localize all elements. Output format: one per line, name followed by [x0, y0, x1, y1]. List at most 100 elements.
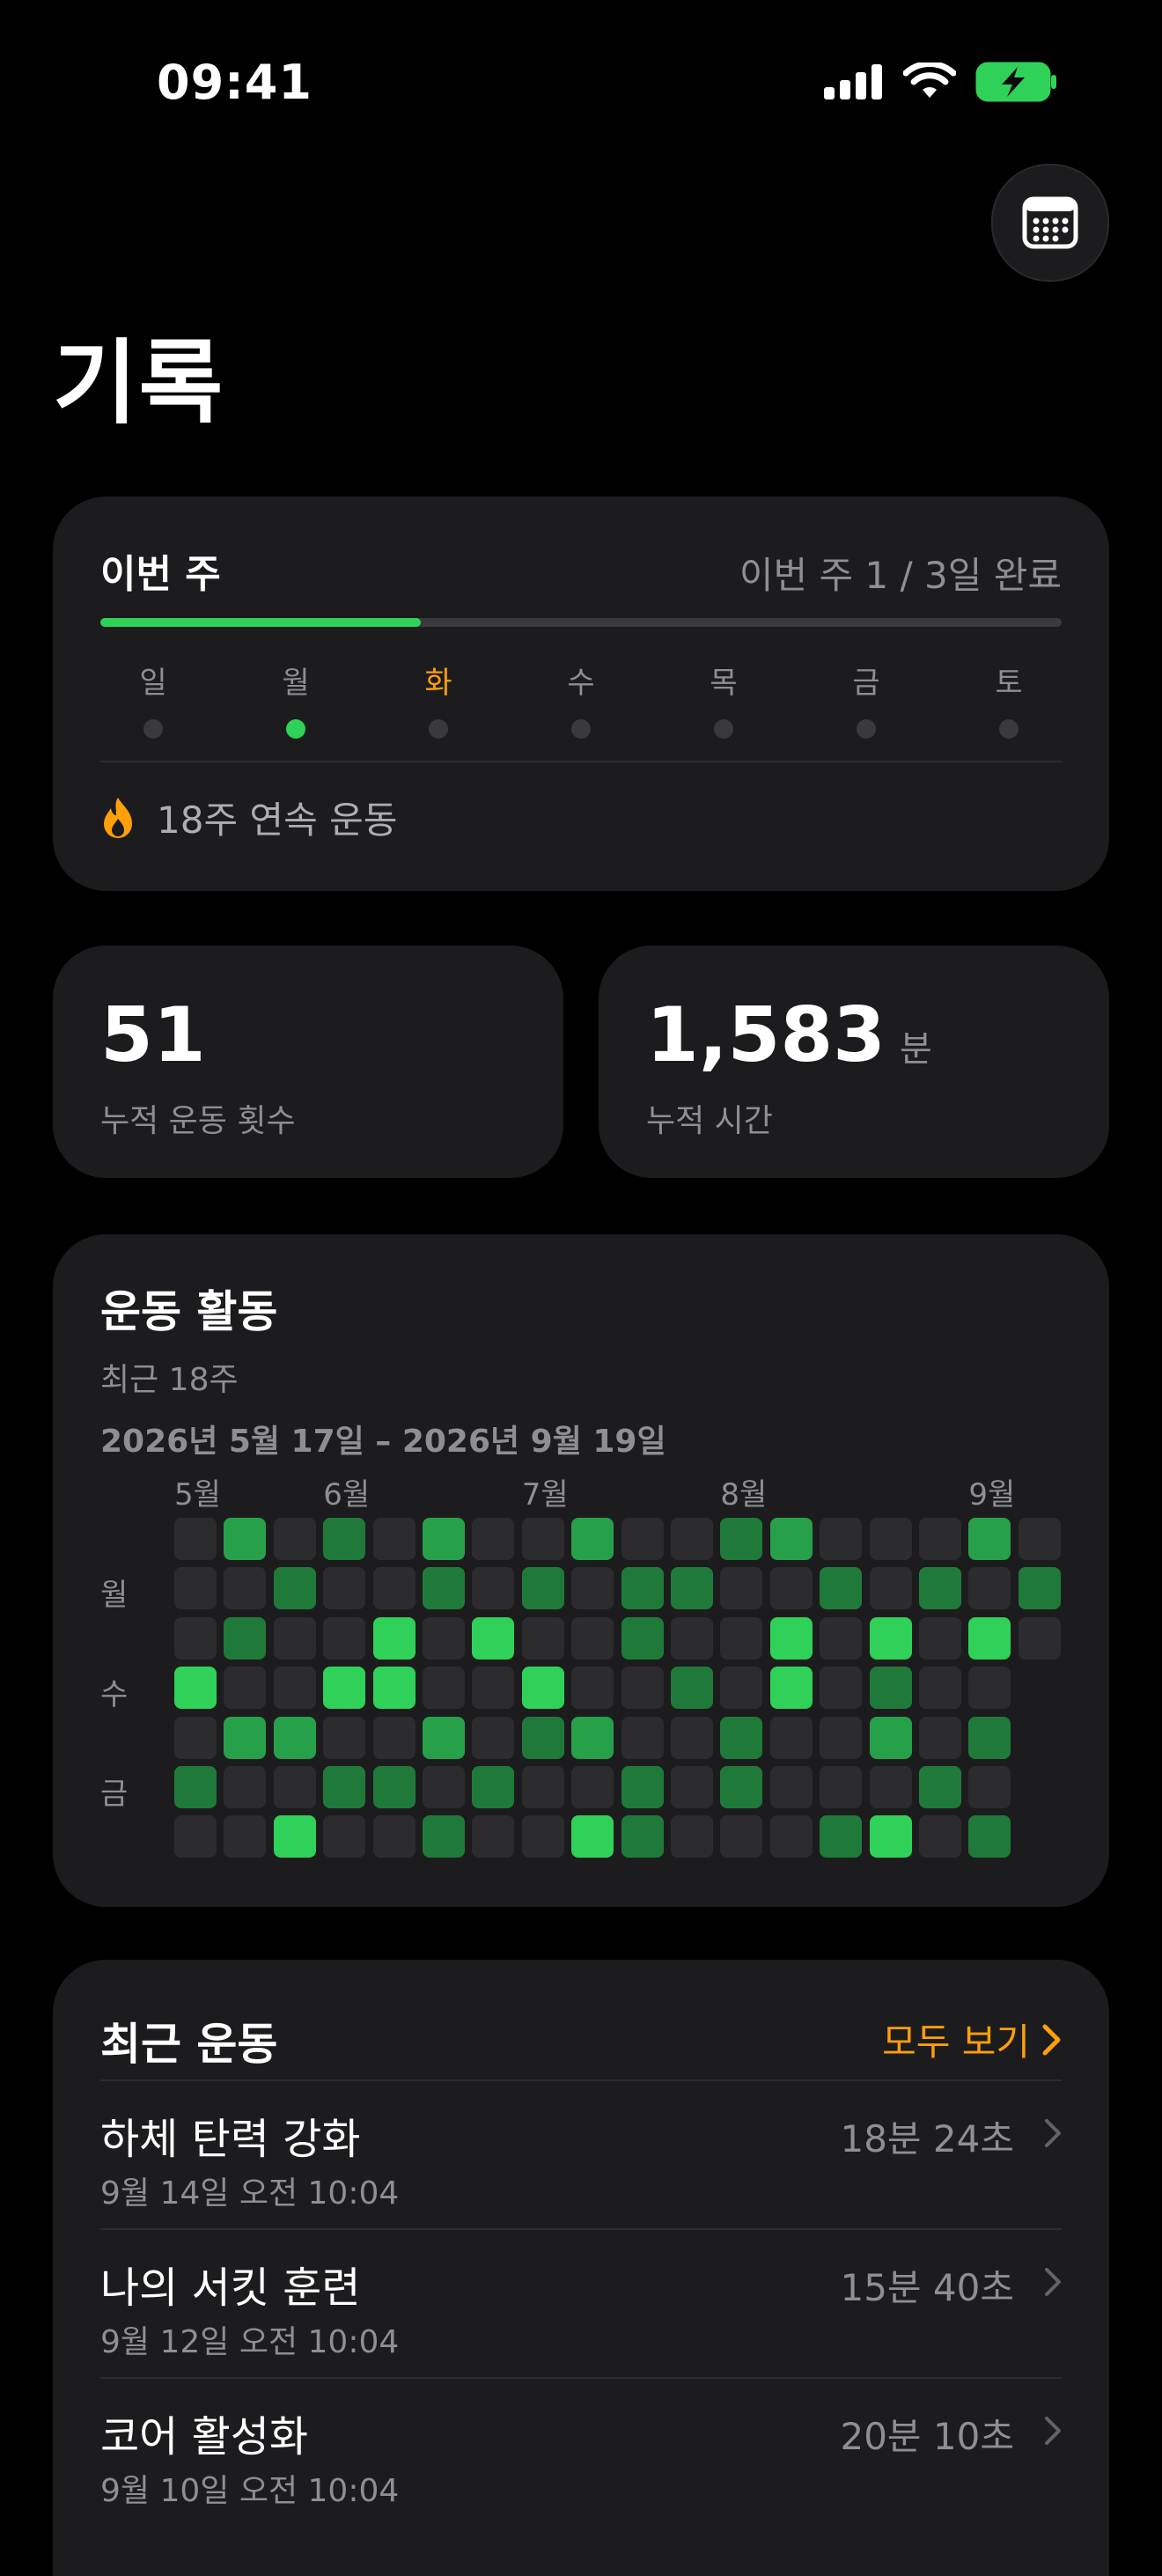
heatmap-cell	[521, 1567, 564, 1610]
workout-name: 하체 탄력 강화	[100, 2115, 361, 2164]
heatmap-cell	[224, 1815, 267, 1858]
heatmap-cell	[372, 1567, 416, 1610]
heatmap-cell	[273, 1766, 316, 1808]
calendar-button[interactable]	[991, 164, 1109, 282]
heatmap-cell	[571, 1815, 614, 1858]
heatmap-cell	[820, 1518, 863, 1560]
heatmap-cell	[323, 1716, 366, 1759]
heatmap-cell	[273, 1667, 316, 1710]
divider	[100, 761, 1062, 762]
heatmap-cell	[720, 1716, 763, 1759]
heatmap-cell	[968, 1518, 1011, 1560]
heatmap-cell	[472, 1766, 515, 1808]
heatmap-cell	[571, 1716, 614, 1759]
heatmap-cell	[423, 1518, 465, 1560]
week-day: 목	[702, 659, 746, 739]
stat-minutes-value: 1,583	[646, 991, 886, 1079]
heatmap-cell	[671, 1518, 713, 1560]
heatmap-cell	[869, 1667, 912, 1710]
week-day-label: 금	[852, 666, 880, 701]
heatmap-cell	[174, 1567, 217, 1610]
heatmap-cell	[769, 1716, 813, 1759]
heatmap-cell	[323, 1667, 366, 1710]
heatmap-cell	[472, 1815, 515, 1858]
heatmap-cell	[174, 1815, 217, 1858]
stat-card-minutes: 1,583 분 누적 시간	[599, 946, 1109, 1178]
heatmap-cell	[720, 1518, 763, 1560]
heatmap-cell	[621, 1766, 664, 1808]
heatmap-cell	[571, 1766, 614, 1808]
heatmap-cell	[174, 1518, 217, 1560]
heatmap-cell	[671, 1567, 713, 1610]
workout-name: 코어 활성화	[100, 2412, 309, 2462]
heatmap-cell	[521, 1766, 564, 1808]
heatmap-cell	[174, 1616, 217, 1660]
week-day-dot	[714, 719, 733, 739]
activity-subtitle: 최근 18주	[100, 1362, 239, 1398]
streak-row: 18주 연속 운동	[100, 791, 397, 844]
heatmap-cell	[968, 1766, 1011, 1808]
week-day: 수	[559, 659, 603, 739]
stat-workouts-label: 누적 운동 횟수	[100, 1103, 296, 1139]
activity-title: 운동 활동	[100, 1286, 278, 1337]
week-day-dot	[143, 719, 163, 739]
recent-workout-row[interactable]: 코어 활성화 9월 10일 오전 10:04 20분 10초	[53, 2377, 1109, 2526]
heatmap-cell	[273, 1716, 316, 1759]
heatmap-weekday-label: 수	[100, 1677, 129, 1713]
week-day: 화	[416, 659, 460, 739]
heatmap-cell	[869, 1518, 912, 1560]
week-day-label: 화	[424, 666, 452, 701]
heatmap-cell	[919, 1518, 961, 1560]
heatmap-cell	[1018, 1616, 1061, 1660]
heatmap-cell	[720, 1815, 763, 1858]
heatmap-month-label: 5월	[174, 1477, 221, 1512]
heatmap-cell	[372, 1667, 416, 1710]
heatmap-cell	[671, 1716, 713, 1759]
heatmap-cell	[571, 1616, 614, 1660]
heatmap-cell	[323, 1616, 366, 1660]
battery-charging-icon	[975, 62, 1056, 102]
stat-card-workouts: 51 누적 운동 횟수	[53, 946, 563, 1178]
streak-text: 18주 연속 운동	[157, 799, 398, 842]
see-all-label: 모두 보기	[882, 2020, 1030, 2064]
heatmap-month-label: 8월	[720, 1477, 768, 1512]
heatmap-cell	[869, 1766, 912, 1808]
heatmap-cell	[968, 1716, 1011, 1759]
heatmap-cell	[919, 1667, 961, 1710]
heatmap-cell	[472, 1567, 515, 1610]
see-all-button[interactable]: 모두 보기	[882, 2013, 1062, 2066]
activity-heatmap-card: 운동 활동 최근 18주 2026년 5월 17일 – 2026년 9월 19일…	[53, 1234, 1109, 1907]
heatmap-cell	[174, 1766, 217, 1808]
heatmap-cell	[174, 1667, 217, 1710]
week-day: 일	[131, 659, 175, 739]
heatmap-cell	[968, 1815, 1011, 1858]
heatmap-cell	[372, 1716, 416, 1759]
heatmap-cell	[820, 1616, 863, 1660]
wifi-icon	[903, 63, 956, 98]
heatmap-cell	[521, 1716, 564, 1759]
heatmap-cell	[769, 1815, 813, 1858]
heatmap-cell	[919, 1616, 961, 1660]
heatmap-month-label: 7월	[521, 1477, 569, 1512]
flame-icon	[104, 797, 132, 838]
week-status: 이번 주 1 / 3일 완료	[739, 554, 1062, 597]
heatmap-cell	[769, 1766, 813, 1808]
heatmap-cell	[174, 1716, 217, 1759]
status-time: 09:41	[157, 55, 313, 110]
heatmap-cell	[521, 1518, 564, 1560]
heatmap-cell	[423, 1567, 465, 1610]
heatmap-cell	[372, 1766, 416, 1808]
stat-minutes-row: 1,583 분	[646, 991, 932, 1079]
heatmap-cell	[671, 1667, 713, 1710]
heatmap-cell	[521, 1667, 564, 1710]
heatmap-cell	[869, 1716, 912, 1759]
heatmap-cell	[968, 1667, 1011, 1710]
week-day-dot	[571, 719, 591, 739]
heatmap-cell	[224, 1518, 267, 1560]
workout-duration: 18분 24초	[840, 2117, 1014, 2160]
recent-workout-row[interactable]: 하체 탄력 강화 9월 14일 오전 10:04 18분 24초	[53, 2079, 1109, 2228]
heatmap-cell	[820, 1815, 863, 1858]
heatmap-month-label: 6월	[323, 1477, 371, 1512]
week-title: 이번 주	[100, 552, 221, 597]
recent-workout-row[interactable]: 나의 서킷 훈련 9월 12일 오전 10:04 15분 40초	[53, 2228, 1109, 2377]
